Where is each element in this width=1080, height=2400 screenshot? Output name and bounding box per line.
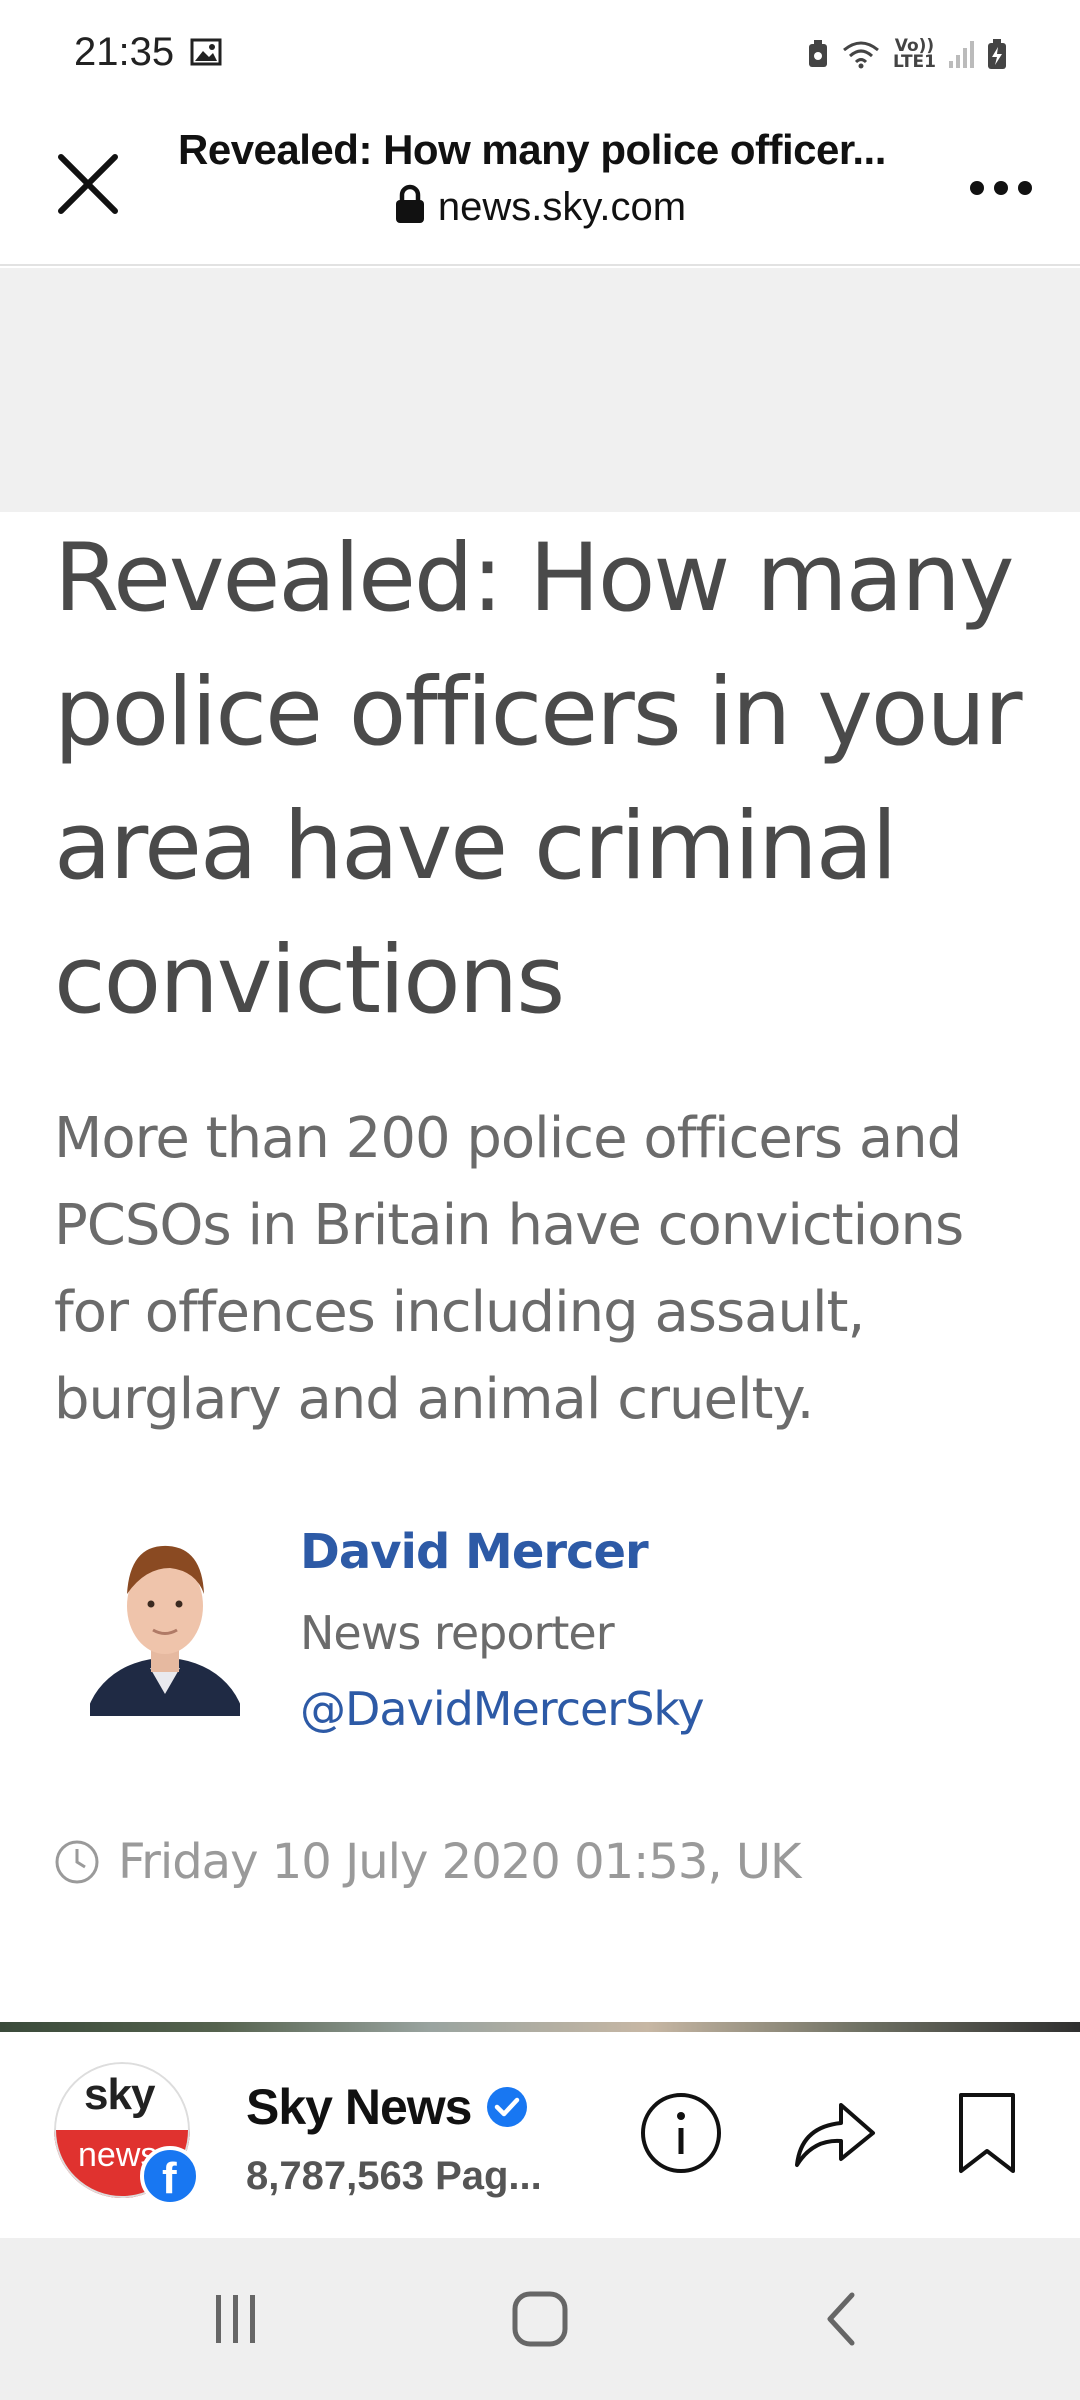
url-text: news.sky.com (437, 185, 687, 229)
article-date: Friday 10 July 2020 01:53, UK (118, 1834, 802, 1890)
status-time: 21:35 (74, 30, 175, 74)
article-image-edge (0, 2022, 1080, 2032)
recents-button[interactable] (186, 2282, 286, 2356)
author-twitter-link[interactable]: @DavidMercerSky (300, 1682, 705, 1736)
info-icon (641, 2093, 721, 2173)
info-button[interactable] (636, 2088, 726, 2178)
ad-placeholder (0, 268, 1080, 512)
article-headline: Revealed: How many police officers in yo… (54, 524, 1023, 1035)
page-name-text: Sky News (246, 2079, 472, 2135)
back-icon (827, 2292, 855, 2346)
image-icon (190, 38, 222, 66)
home-icon (512, 2291, 568, 2347)
back-button[interactable] (792, 2282, 892, 2356)
browser-header: Revealed: How many police officer... new… (0, 108, 1080, 266)
signal-icon (949, 41, 974, 68)
page-title: Revealed: How many police officer... (178, 126, 886, 173)
volte-indicator: Vo)) LTE1 (892, 38, 936, 72)
facebook-icon: f (140, 2146, 200, 2206)
page-followers: 8,787,563 Pag... (246, 2154, 542, 2198)
lte-label: LTE1 (892, 52, 936, 72)
battery-saver-icon (808, 40, 827, 67)
status-icons: Vo)) LTE1 (807, 32, 1008, 76)
url-display: news.sky.com (0, 184, 1080, 230)
system-nav-bar (0, 2238, 1080, 2400)
share-icon (795, 2103, 875, 2167)
verified-icon (487, 2087, 528, 2127)
lock-icon (395, 184, 424, 223)
page-info-bar: sky news f Sky News 8,787,563 Pag... (0, 2032, 1080, 2238)
status-bar: 21:35 Vo)) LTE1 (0, 0, 1080, 108)
bookmark-icon (959, 2093, 1015, 2173)
author-role: News reporter (300, 1606, 615, 1660)
clock-icon (55, 1840, 99, 1884)
recents-icon (216, 2295, 255, 2343)
author-name-link[interactable]: David Mercer (300, 1524, 649, 1580)
article-standfirst: More than 200 police officers and PCSOs … (54, 1106, 964, 1432)
home-button[interactable] (490, 2282, 590, 2356)
author-avatar[interactable] (90, 1516, 240, 1716)
share-button[interactable] (790, 2088, 880, 2178)
bookmark-button[interactable] (942, 2088, 1032, 2178)
page-name[interactable]: Sky News (246, 2078, 529, 2136)
more-icon (970, 181, 984, 195)
wifi-icon (842, 41, 879, 69)
battery-charging-icon (988, 39, 1006, 69)
more-options-button[interactable] (958, 160, 1044, 216)
article-dateline: Friday 10 July 2020 01:53, UK (54, 1834, 802, 1890)
